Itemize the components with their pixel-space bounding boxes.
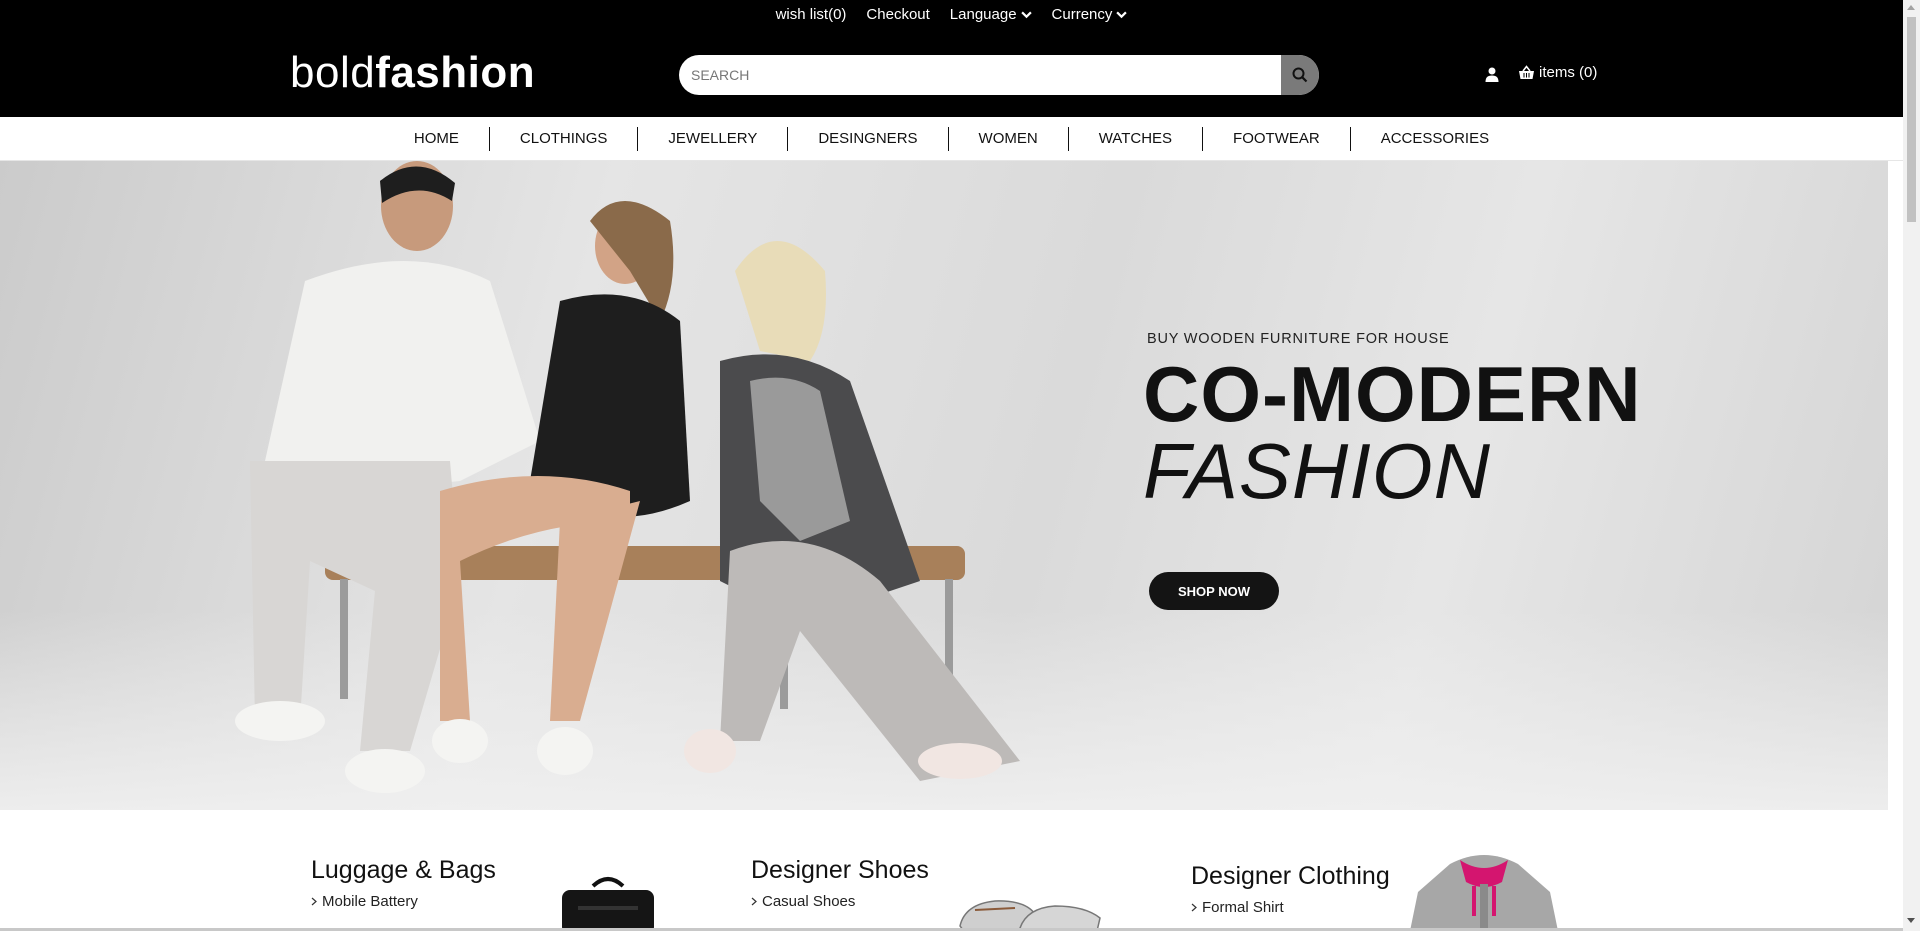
nav-footwear[interactable]: FOOTWEAR (1203, 130, 1350, 147)
hero-title-line2: FASHION (1143, 427, 1491, 515)
nav-women[interactable]: WOMEN (949, 130, 1068, 147)
category-designer-clothing: Designer Clothing Formal Shirt (1191, 862, 1390, 916)
chevron-right-icon (751, 897, 757, 906)
brand-logo[interactable]: boldfashion (290, 48, 535, 98)
hero-subtitle: BUY WOODEN FURNITURE FOR HOUSE (1147, 331, 1450, 347)
language-dropdown[interactable]: Language (950, 6, 1032, 23)
search-input[interactable] (679, 55, 1281, 95)
search-button[interactable] (1281, 55, 1319, 95)
category-link-label: Mobile Battery (322, 893, 418, 910)
hero-text: BUY WOODEN FURNITURE FOR HOUSE CO-MODERN… (1143, 331, 1642, 515)
nav-clothings[interactable]: CLOTHINGS (490, 130, 638, 147)
site-header: wish list(0) Checkout Language Currency … (0, 0, 1903, 117)
checkout-label: Checkout (866, 6, 930, 23)
wishlist-label: wish list(0) (775, 6, 847, 23)
chevron-down-icon (1020, 11, 1032, 19)
category-link[interactable]: Mobile Battery (311, 893, 496, 910)
currency-dropdown[interactable]: Currency (1052, 6, 1128, 23)
currency-label: Currency (1051, 6, 1113, 23)
cart-link[interactable]: items (0) (1518, 64, 1597, 81)
shop-now-button[interactable]: SHOP NOW (1149, 572, 1279, 610)
language-label: Language (949, 6, 1017, 23)
chevron-right-icon (1191, 903, 1197, 912)
hero-banner: BUY WOODEN FURNITURE FOR HOUSE CO-MODERN… (0, 161, 1888, 810)
category-luggage-bags: Luggage & Bags Mobile Battery (311, 856, 496, 910)
category-title[interactable]: Designer Clothing (1191, 862, 1390, 891)
search-bar (679, 55, 1319, 95)
hero-models-image (235, 161, 1020, 793)
scroll-up-arrow[interactable] (1907, 5, 1915, 10)
search-icon (1292, 67, 1308, 83)
top-bar: wish list(0) Checkout Language Currency (0, 6, 1903, 23)
basket-icon (1519, 65, 1534, 79)
cart-label: items (0) (1539, 64, 1598, 81)
category-link-label: Casual Shoes (762, 893, 856, 910)
nav-home[interactable]: HOME (384, 130, 489, 147)
category-link[interactable]: Casual Shoes (751, 893, 929, 910)
category-designer-shoes: Designer Shoes Casual Shoes (751, 856, 929, 910)
scrollbar-thumb[interactable] (1907, 17, 1916, 222)
nav-jewellery[interactable]: JEWELLERY (638, 130, 787, 147)
backpack-image[interactable] (558, 876, 658, 931)
chevron-right-icon (311, 897, 317, 906)
category-link-label: Formal Shirt (1202, 899, 1284, 916)
nav-accessories[interactable]: ACCESSORIES (1351, 130, 1519, 147)
checkout-link[interactable]: Checkout (866, 6, 929, 23)
logo-text-bold: fashion (375, 48, 536, 97)
logo-text-light: bold (290, 48, 376, 97)
chevron-down-icon (1116, 11, 1128, 19)
hero-title-line1: CO-MODERN (1143, 350, 1642, 438)
vertical-scrollbar[interactable] (1903, 0, 1920, 931)
nav-designers[interactable]: DESINGNERS (788, 130, 947, 147)
category-title[interactable]: Luggage & Bags (311, 856, 496, 885)
category-link[interactable]: Formal Shirt (1191, 899, 1390, 916)
hoodie-image[interactable] (1410, 852, 1558, 931)
nav-watches[interactable]: WATCHES (1069, 130, 1202, 147)
category-title[interactable]: Designer Shoes (751, 856, 929, 885)
wishlist-link[interactable]: wish list(0) (776, 6, 847, 23)
main-nav: HOME CLOTHINGS JEWELLERY DESINGNERS WOME… (0, 117, 1903, 161)
scroll-down-arrow[interactable] (1907, 918, 1915, 923)
shoes-image[interactable] (955, 896, 1105, 931)
user-icon[interactable] (1484, 66, 1500, 83)
